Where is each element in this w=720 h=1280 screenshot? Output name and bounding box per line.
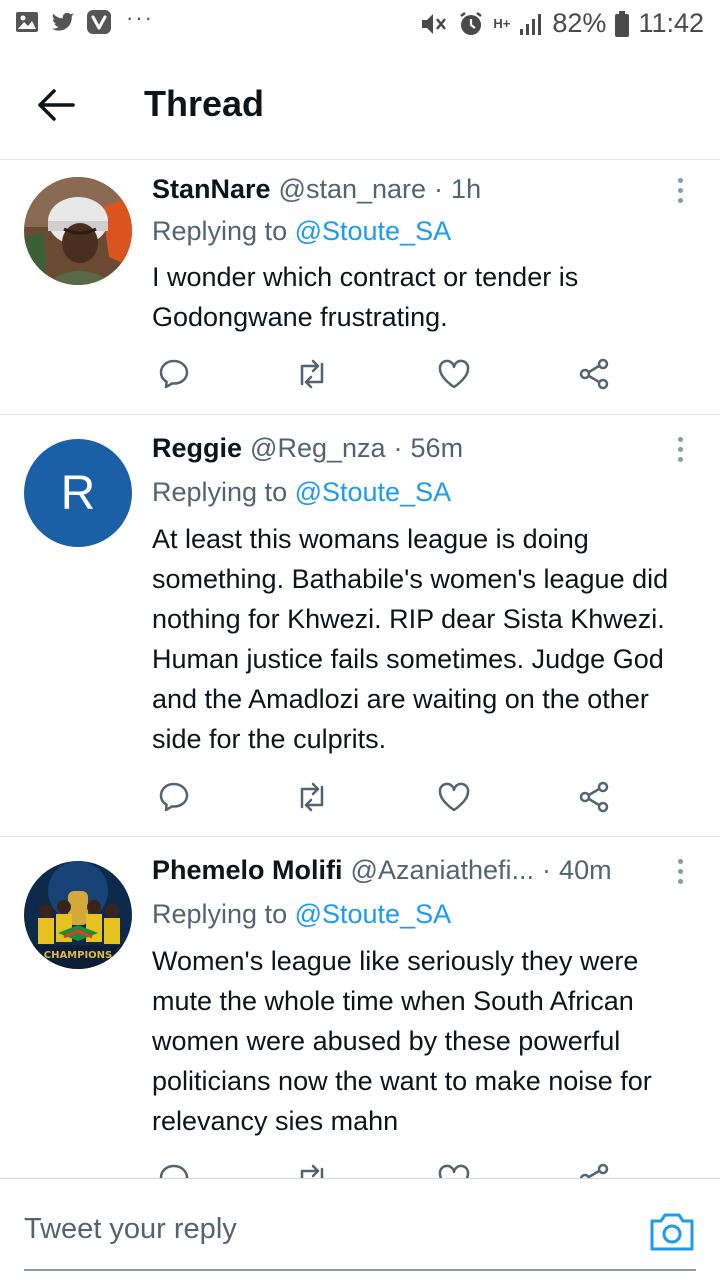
- like-button[interactable]: [432, 354, 476, 394]
- dot: [677, 446, 683, 452]
- avatar-caption: CHAMPIONS: [44, 950, 113, 961]
- replying-to-link[interactable]: @Stoute_SA: [295, 477, 452, 507]
- more-options-button[interactable]: [664, 851, 696, 891]
- avatar-photo: CHAMPIONS: [24, 861, 132, 969]
- replying-to-link[interactable]: @Stoute_SA: [295, 216, 452, 246]
- tweet-text: Women's league like seriously they were …: [152, 946, 652, 1136]
- status-bar-system: H+ 82% 11:42: [419, 8, 704, 39]
- tweet-header: StanNare @stan_nare · 1h: [152, 174, 656, 210]
- comment-icon: [159, 359, 189, 389]
- reply-composer: [0, 1178, 720, 1280]
- avatar-photo: [24, 177, 132, 285]
- battery-percent: 82%: [552, 8, 607, 38]
- share-button[interactable]: [572, 777, 616, 817]
- network-type: H+: [493, 15, 511, 31]
- display-name[interactable]: Reggie: [152, 433, 242, 464]
- gallery-icon: [16, 12, 38, 32]
- alarm-icon: [460, 11, 483, 35]
- tweet-text: At least this womans league is doing som…: [152, 524, 669, 754]
- replying-to: Replying to @Stoute_SA: [152, 899, 451, 930]
- tweet[interactable]: StanNare @stan_nare · 1h Replying to @St…: [0, 160, 720, 415]
- tweet-text: I wonder which contract or tender is God…: [152, 262, 579, 332]
- more-options-button[interactable]: [664, 429, 696, 469]
- replying-to: Replying to @Stoute_SA: [152, 477, 451, 508]
- comment-icon: [159, 782, 189, 812]
- user-handle[interactable]: @Azaniathefi...: [351, 855, 535, 886]
- more-options-button[interactable]: [664, 170, 696, 210]
- dot: [677, 456, 683, 462]
- heart-icon: [438, 359, 470, 389]
- timestamp[interactable]: 56m: [411, 433, 464, 464]
- replying-to-link[interactable]: @Stoute_SA: [295, 899, 452, 929]
- camera-button[interactable]: [648, 1209, 696, 1253]
- retweet-icon: [300, 359, 324, 389]
- back-arrow-icon: [38, 89, 75, 121]
- share-icon: [579, 358, 609, 390]
- avatar[interactable]: R: [24, 439, 132, 547]
- dot: [677, 187, 683, 193]
- display-name[interactable]: StanNare: [152, 174, 271, 205]
- vivaldi-icon: [87, 10, 111, 34]
- separator: ·: [393, 433, 403, 463]
- battery-icon: [615, 10, 630, 37]
- mute-icon: [422, 13, 447, 34]
- tweet-actions: [152, 354, 622, 394]
- separator: ·: [542, 855, 552, 885]
- dot: [677, 868, 683, 874]
- tweet[interactable]: R Reggie @Reg_nza · 56m Replying to @Sto…: [0, 415, 720, 837]
- app-header: Thread: [0, 50, 720, 160]
- clock: 11:42: [638, 8, 704, 38]
- signal-icon: [520, 13, 542, 35]
- input-underline: [24, 1269, 696, 1271]
- share-button[interactable]: [572, 354, 616, 394]
- avatar[interactable]: [24, 177, 132, 285]
- reply-button[interactable]: [152, 354, 196, 394]
- replying-to-label: Replying to: [152, 216, 288, 246]
- camera-icon: [650, 1213, 694, 1251]
- user-handle[interactable]: @Reg_nza: [250, 433, 386, 464]
- replying-to-label: Replying to: [152, 899, 288, 929]
- status-bar-notifications: ···: [14, 5, 154, 35]
- reply-input[interactable]: [24, 1203, 624, 1255]
- dot: [677, 436, 683, 442]
- dot: [677, 177, 683, 183]
- replying-to: Replying to @Stoute_SA: [152, 216, 451, 247]
- tweet-header: Reggie @Reg_nza · 56m: [152, 433, 656, 469]
- tweet[interactable]: CHAMPIONS Phemelo Molifi @Azaniathefi...…: [0, 837, 720, 1195]
- like-button[interactable]: [432, 777, 476, 817]
- status-bar: ··· H+ 82% 11:42: [0, 0, 720, 50]
- tweet-header: Phemelo Molifi @Azaniathefi... · 40m: [152, 855, 656, 891]
- page-title: Thread: [144, 83, 265, 124]
- display-name[interactable]: Phemelo Molifi: [152, 855, 343, 886]
- user-handle[interactable]: @stan_nare: [279, 174, 427, 205]
- share-icon: [579, 781, 609, 813]
- tweet-actions: [152, 777, 622, 817]
- dot: [677, 197, 683, 203]
- timestamp[interactable]: 1h: [451, 174, 481, 205]
- twitter-bird-icon: [52, 12, 74, 31]
- retweet-button[interactable]: [290, 777, 334, 817]
- replying-to-label: Replying to: [152, 477, 288, 507]
- timestamp[interactable]: 40m: [559, 855, 612, 886]
- back-button[interactable]: [28, 80, 84, 130]
- dot: [677, 878, 683, 884]
- more-notifications-indicator: ···: [126, 5, 154, 30]
- heart-icon: [438, 782, 470, 812]
- retweet-button[interactable]: [290, 354, 334, 394]
- reply-button[interactable]: [152, 777, 196, 817]
- separator: ·: [434, 174, 444, 204]
- dot: [677, 858, 683, 864]
- avatar[interactable]: CHAMPIONS: [24, 861, 132, 969]
- retweet-icon: [300, 782, 324, 812]
